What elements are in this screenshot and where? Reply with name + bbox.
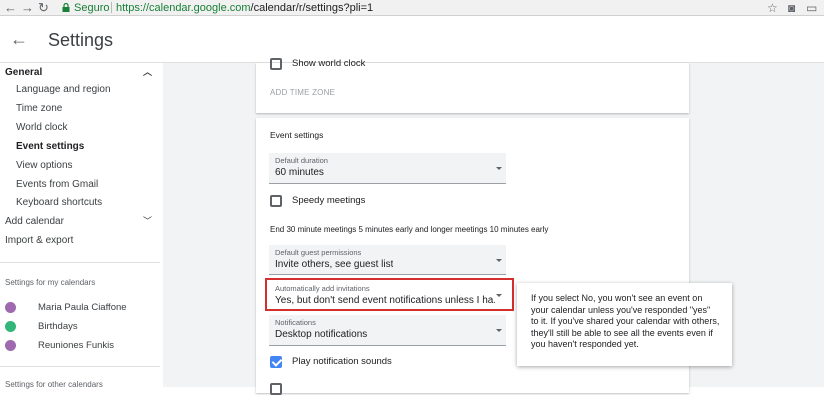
sidebar-item-view-options[interactable]: View options (0, 156, 160, 175)
next-setting-checkbox[interactable] (270, 383, 282, 395)
show-world-clock-label: Show world clock (292, 58, 366, 69)
sidebar-item-label: Import & export (5, 235, 74, 246)
calendar-name: Maria Paula Ciaffone (38, 302, 127, 313)
sidebar-divider (0, 262, 160, 263)
more-icon[interactable]: ▭ (806, 1, 817, 15)
sidebar-item-label: Events from Gmail (16, 179, 99, 190)
caret-down-icon (496, 329, 502, 332)
sidebar-item-label: Add calendar (5, 216, 64, 227)
sidebar-divider (0, 366, 160, 367)
secure-label: Seguro (74, 2, 110, 14)
caret-down-icon (496, 167, 502, 170)
forward-arrow-icon[interactable]: → (21, 0, 34, 16)
star-icon[interactable]: ☆ (767, 1, 778, 15)
default-duration-select[interactable]: Default duration 60 minutes (269, 153, 506, 184)
chevron-down-icon: ﹀ (142, 216, 152, 226)
select-value: 60 minutes (275, 167, 324, 178)
sidebar-item-label: World clock (16, 122, 68, 133)
sidebar-item-add-calendar[interactable]: Add calendar ﹀ (0, 212, 160, 231)
calendar-color-dot (5, 340, 16, 351)
caret-down-icon (496, 259, 502, 262)
sidebar: General ︿ Language and region Time zone … (0, 63, 163, 389)
tooltip-text: If you select No, you won't see an event… (531, 293, 720, 350)
address-bar[interactable]: https://calendar.google.com/calendar/r/s… (116, 1, 373, 15)
sidebar-item-keyboard-shortcuts[interactable]: Keyboard shortcuts (0, 193, 160, 212)
sidebar-item-label: Event settings (16, 141, 85, 152)
other-calendars-heading: Settings for other calendars (5, 380, 103, 389)
sidebar-item-label: View options (16, 160, 73, 171)
event-settings-heading: Event settings (270, 130, 324, 140)
camera-icon[interactable]: ◙ (788, 1, 795, 15)
lock-icon (62, 3, 70, 12)
sidebar-item-label: Time zone (16, 103, 63, 114)
sidebar-item-label: Keyboard shortcuts (16, 197, 103, 208)
guest-permissions-select[interactable]: Default guest permissions Invite others,… (269, 245, 506, 275)
speedy-meetings-note: End 30 minute meetings 5 minutes early a… (270, 225, 549, 234)
speedy-meetings-label: Speedy meetings (292, 195, 366, 206)
sidebar-item-events-from-gmail[interactable]: Events from Gmail (0, 175, 160, 194)
select-value: Invite others, see guest list (275, 259, 394, 270)
add-time-zone-button[interactable]: ADD TIME ZONE (270, 86, 335, 100)
sidebar-item-label: Language and region (16, 84, 111, 95)
sidebar-item-language-region[interactable]: Language and region (0, 80, 160, 99)
calendar-color-dot (5, 302, 16, 313)
play-sounds-checkbox[interactable] (270, 356, 282, 368)
play-sounds-label: Play notification sounds (292, 356, 392, 367)
sidebar-calendar-item[interactable]: Birthdays (0, 317, 160, 336)
select-label: Default duration (275, 156, 328, 165)
sidebar-item-import-export[interactable]: Import & export (0, 231, 160, 250)
calendar-name: Birthdays (38, 321, 78, 332)
sidebar-item-world-clock[interactable]: World clock (0, 118, 160, 137)
url-separator (111, 2, 112, 13)
notifications-select[interactable]: Notifications Desktop notifications (269, 315, 506, 346)
sidebar-calendar-item[interactable]: Reuniones Funkis (0, 336, 160, 355)
my-calendars-heading: Settings for my calendars (5, 278, 96, 287)
sidebar-item-event-settings[interactable]: Event settings (0, 137, 160, 156)
settings-header: ← Settings ⋮ (0, 17, 824, 63)
sidebar-calendar-item[interactable]: Maria Paula Ciaffone (0, 298, 160, 317)
sidebar-item-time-zone[interactable]: Time zone (0, 99, 160, 118)
select-label: Notifications (275, 318, 316, 327)
url-path: /calendar/r/settings?pli=1 (250, 2, 374, 14)
calendar-name: Reuniones Funkis (38, 340, 115, 351)
speedy-meetings-checkbox[interactable] (270, 195, 282, 207)
back-icon[interactable]: ← (10, 29, 28, 49)
reload-icon[interactable]: ↻ (38, 0, 49, 16)
kebab-menu-icon[interactable]: ⋮ (818, 31, 824, 49)
sidebar-item-label: General (5, 67, 43, 78)
browser-toolbar: ← → ↻ Seguro https://calendar.google.com… (0, 0, 824, 16)
help-tooltip: If you select No, you won't see an event… (517, 283, 732, 366)
back-arrow-icon[interactable]: ← (4, 0, 17, 16)
select-value: Desktop notifications (275, 329, 368, 340)
highlight-annotation (265, 278, 514, 311)
show-world-clock-checkbox[interactable] (270, 58, 282, 70)
calendar-color-dot (5, 321, 16, 332)
url-host: https://calendar.google.com (116, 2, 251, 14)
page-title: Settings (48, 30, 114, 50)
select-label: Default guest permissions (275, 248, 362, 257)
